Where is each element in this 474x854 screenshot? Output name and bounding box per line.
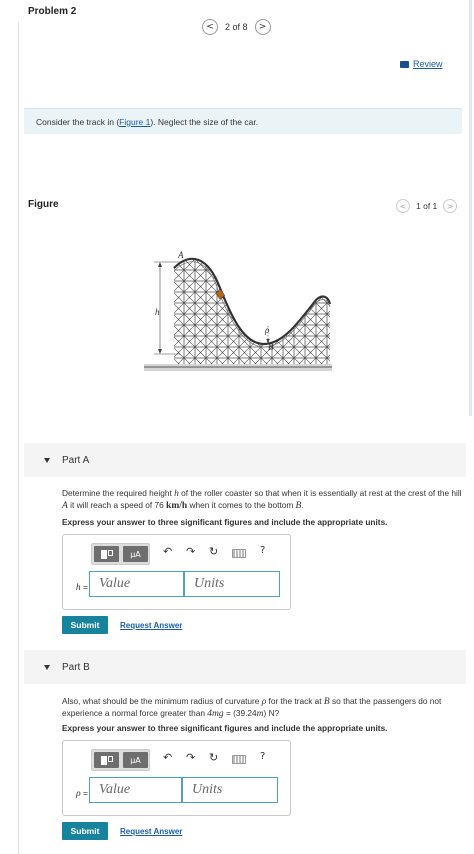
part-a-header[interactable]: Part A <box>24 443 466 477</box>
label-point-b: B <box>268 342 274 352</box>
part-b-q-var-m: m <box>256 709 264 719</box>
intro-text-after: ). Neglect the size of the car. <box>150 116 259 127</box>
keyboard-icon[interactable] <box>232 755 246 764</box>
template-block-icon <box>100 755 107 765</box>
templates-button[interactable] <box>94 546 119 562</box>
keyboard-icon[interactable] <box>232 549 246 558</box>
units-symbol-button[interactable]: μA <box>123 752 148 768</box>
part-a-q-text: Determine the required height <box>62 488 175 498</box>
roller-coaster-figure: A h ρ B <box>144 250 332 371</box>
figure-pager-label: 1 of 1 <box>416 201 438 211</box>
part-b-question: Also, what should be the minimum radius … <box>62 696 462 720</box>
problem-pager-label: 2 of 8 <box>225 22 248 32</box>
part-b-q-text: ) N? <box>263 708 280 718</box>
units-symbol-button[interactable]: μA <box>123 546 148 562</box>
part-b-title: Part B <box>62 661 90 673</box>
part-b-request-answer-link[interactable]: Request Answer <box>120 827 182 836</box>
intro-text-before: Consider the track in ( <box>36 116 120 127</box>
part-a-q-text: . <box>301 500 304 510</box>
part-b-caret-icon <box>44 664 50 670</box>
redo-icon[interactable]: ↷ <box>186 545 195 558</box>
part-b-q-expr: 4mg <box>207 709 224 719</box>
template-exponent-icon <box>107 549 113 556</box>
height-arrow-down <box>158 349 162 354</box>
part-a-q-text: it will reach a speed of 76 <box>67 500 167 510</box>
part-b-instruction: Express your answer to three significant… <box>62 723 388 733</box>
left-divider <box>18 22 19 854</box>
help-icon[interactable]: ? <box>260 545 265 556</box>
part-a-q-unit: km/h <box>166 501 188 511</box>
figure-link[interactable]: Figure 1 <box>119 117 150 127</box>
reset-icon[interactable]: ↻ <box>209 751 218 764</box>
part-b-q-text: for the track at <box>266 696 324 706</box>
part-a-q-text: when it comes to the bottom <box>187 500 296 510</box>
next-problem-button[interactable]: > <box>254 19 271 35</box>
problem-intro: Consider the track in (Figure 1). Neglec… <box>24 108 462 134</box>
part-a-caret-icon <box>44 457 50 463</box>
next-figure-button[interactable]: > <box>443 199 458 213</box>
prev-problem-button[interactable]: < <box>202 19 218 35</box>
figure-pager: < 1 of 1 > <box>396 199 458 213</box>
part-a-request-answer-link[interactable]: Request Answer <box>120 621 182 630</box>
part-b-header[interactable]: Part B <box>24 650 466 684</box>
review-label: Review <box>413 59 443 69</box>
templates-button[interactable] <box>94 752 119 768</box>
undo-icon[interactable]: ↶ <box>163 751 172 764</box>
part-b-var-equals: = <box>80 788 88 798</box>
part-a-submit-button[interactable]: Submit <box>62 616 108 634</box>
part-b-q-text: = (39.24 <box>223 708 257 718</box>
review-icon <box>400 60 409 68</box>
part-a-value-input[interactable]: Value <box>89 571 184 597</box>
part-a-var-equals: = <box>80 582 88 592</box>
label-height-h: h <box>155 307 160 317</box>
problem-title: Problem 2 <box>28 6 77 17</box>
part-b-q-text: Also, what should be the minimum radius … <box>62 696 262 706</box>
label-radius-rho: ρ <box>264 325 270 335</box>
part-a-template-group: μA <box>91 543 150 565</box>
part-b-var-label: ρ = <box>67 788 88 799</box>
part-b-submit-button[interactable]: Submit <box>62 822 108 840</box>
part-b-units-input[interactable]: Units <box>182 777 278 803</box>
problem-pager: < 2 of 8 > <box>202 19 271 35</box>
part-a-var-label: h = <box>67 582 88 593</box>
part-a-instruction: Express your answer to three significant… <box>62 517 388 527</box>
help-icon[interactable]: ? <box>260 751 265 762</box>
part-b-template-group: μA <box>91 749 150 771</box>
undo-icon[interactable]: ↶ <box>163 545 172 558</box>
part-b-value-input[interactable]: Value <box>89 777 182 803</box>
part-b-answer-panel: μA ↶ ↷ ↻ ? ρ = Value Units <box>62 740 291 816</box>
part-a-title: Part A <box>62 454 90 466</box>
review-link[interactable]: Review <box>400 59 443 69</box>
height-arrow-up <box>158 262 162 267</box>
reset-icon[interactable]: ↻ <box>209 545 218 558</box>
template-block-icon <box>100 549 107 559</box>
part-a-answer-panel: μA ↶ ↷ ↻ ? h = Value Units <box>62 534 291 610</box>
part-a-question: Determine the required height h of the r… <box>62 488 462 512</box>
figure-heading: Figure <box>28 199 59 210</box>
part-a-units-input[interactable]: Units <box>184 571 280 597</box>
template-exponent-icon <box>107 755 113 762</box>
label-point-a: A <box>177 250 184 260</box>
redo-icon[interactable]: ↷ <box>186 751 195 764</box>
scrollbar-track[interactable] <box>469 0 472 416</box>
part-a-q-text: of the roller coaster so that when it is… <box>178 488 462 498</box>
support-truss <box>174 258 330 367</box>
prev-figure-button[interactable]: < <box>396 199 410 213</box>
